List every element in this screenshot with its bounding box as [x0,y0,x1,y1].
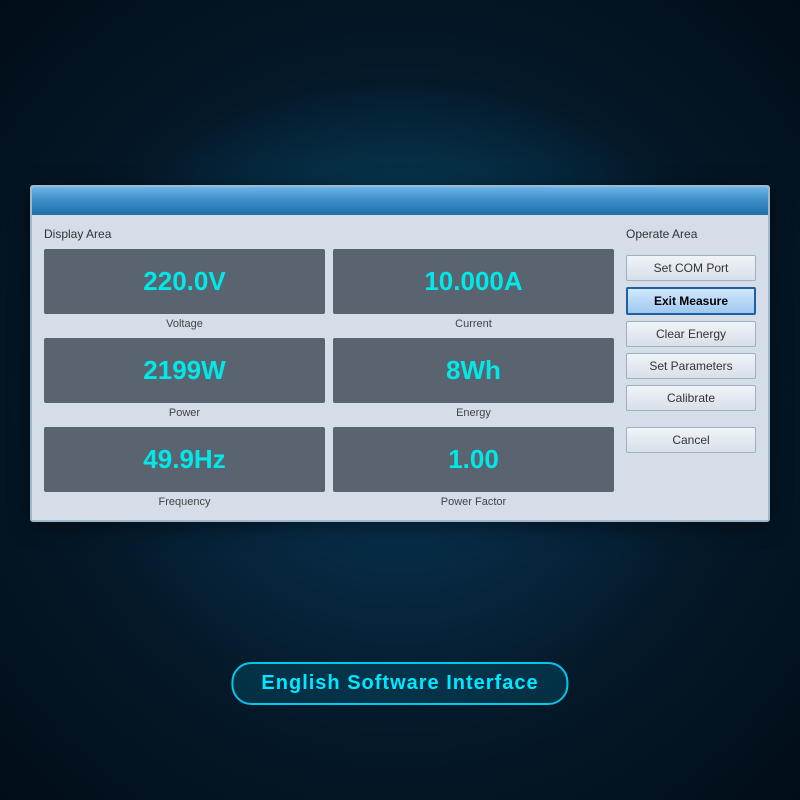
exit-measure-button[interactable]: Exit Measure [626,287,756,315]
power-label: Power [169,407,200,419]
metric-voltage: 220.0V Voltage [44,249,325,330]
metric-energy: 8Wh Energy [333,338,614,419]
display-area: Display Area 220.0V Voltage 10.000A Curr… [44,227,614,508]
power-display: 2199W [44,338,325,403]
dialog-titlebar [32,187,768,215]
current-label: Current [455,318,492,330]
voltage-label: Voltage [166,318,203,330]
metric-power-factor: 1.00 Power Factor [333,427,614,508]
bottom-label: English Software Interface [231,662,568,705]
metric-power: 2199W Power [44,338,325,419]
energy-display: 8Wh [333,338,614,403]
bottom-label-container: English Software Interface [231,662,568,705]
voltage-value: 220.0V [143,266,225,297]
energy-value: 8Wh [446,355,501,386]
metric-frequency: 49.9Hz Frequency [44,427,325,508]
energy-label: Energy [456,407,491,419]
voltage-display: 220.0V [44,249,325,314]
operate-area: Operate Area Set COM Port Exit Measure C… [626,227,756,508]
clear-energy-button[interactable]: Clear Energy [626,321,756,347]
set-com-port-button[interactable]: Set COM Port [626,255,756,281]
frequency-label: Frequency [159,496,211,508]
metric-current: 10.000A Current [333,249,614,330]
power-factor-display: 1.00 [333,427,614,492]
power-factor-value: 1.00 [448,444,499,475]
power-value: 2199W [143,355,225,386]
frequency-value: 49.9Hz [143,444,225,475]
display-area-label: Display Area [44,227,614,241]
frequency-display: 49.9Hz [44,427,325,492]
calibrate-button[interactable]: Calibrate [626,385,756,411]
dialog-content: Display Area 220.0V Voltage 10.000A Curr… [32,215,768,520]
set-parameters-button[interactable]: Set Parameters [626,353,756,379]
metrics-grid: 220.0V Voltage 10.000A Current 2199W [44,249,614,508]
cancel-button[interactable]: Cancel [626,427,756,453]
power-factor-label: Power Factor [441,496,506,508]
current-value: 10.000A [424,266,522,297]
operate-area-label: Operate Area [626,227,756,241]
dialog-window: Display Area 220.0V Voltage 10.000A Curr… [30,185,770,522]
current-display: 10.000A [333,249,614,314]
